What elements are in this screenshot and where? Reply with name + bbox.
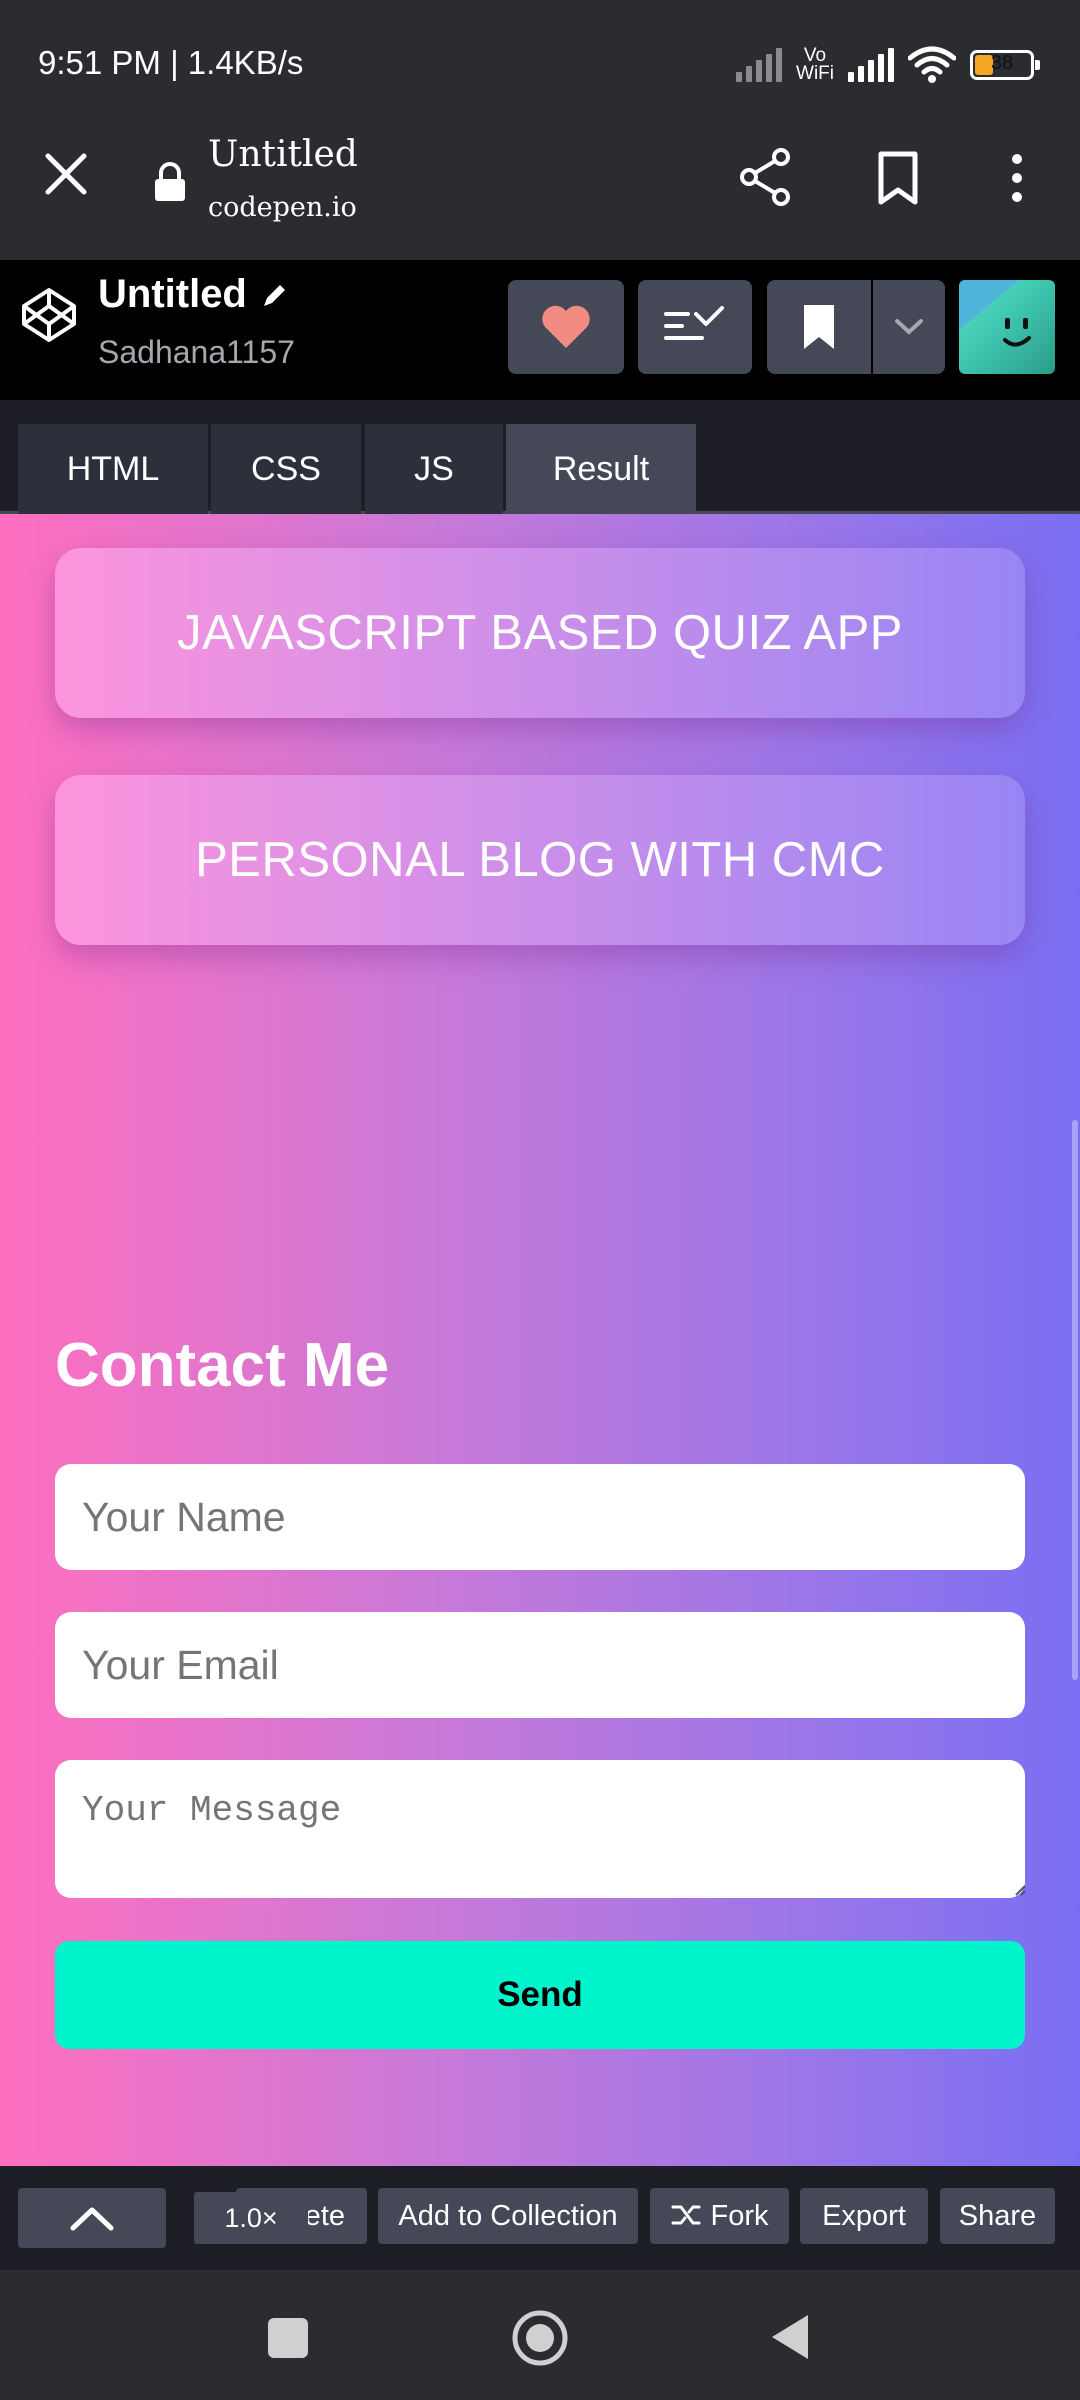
more-options-icon[interactable] xyxy=(1002,152,1032,204)
tab-css[interactable]: CSS xyxy=(211,424,361,514)
heart-icon xyxy=(542,305,590,348)
wifi-icon xyxy=(908,46,956,83)
close-icon[interactable] xyxy=(40,148,92,200)
browser-page-title: Untitled xyxy=(208,134,358,175)
like-button[interactable] xyxy=(508,280,624,374)
layout-button[interactable] xyxy=(638,280,752,374)
project-card[interactable]: JAVASCRIPT BASED QUIZ APP xyxy=(55,548,1025,718)
bookmark-filled-icon xyxy=(804,305,834,349)
fork-icon xyxy=(671,2205,700,2225)
save-bookmark-button[interactable] xyxy=(767,280,871,374)
recents-square-icon[interactable] xyxy=(267,2317,309,2359)
pen-title[interactable]: Untitled xyxy=(98,272,247,317)
project-card[interactable]: PERSONAL BLOG WITH CMC xyxy=(55,775,1025,945)
email-input[interactable]: Your Email xyxy=(55,1612,1025,1718)
preview-scrollbar[interactable] xyxy=(1072,1120,1078,1680)
contact-title: Contact Me xyxy=(55,1331,390,1400)
send-button[interactable]: Send xyxy=(55,1941,1025,2049)
share-button[interactable]: Share xyxy=(940,2188,1055,2244)
fork-label: Fork xyxy=(710,2199,769,2232)
status-bar: 9:51 PM | 1.4KB/s Vo WiFi 38 xyxy=(0,0,1080,130)
browser-url[interactable]: codepen.io xyxy=(208,192,357,223)
lock-icon xyxy=(155,162,185,201)
battery-icon: 38 xyxy=(970,50,1040,80)
avatar[interactable] xyxy=(959,280,1055,374)
signal-icon xyxy=(848,48,894,82)
resize-handle-icon[interactable] xyxy=(1014,1884,1026,1896)
export-button[interactable]: Export xyxy=(800,2188,928,2244)
share-icon[interactable] xyxy=(736,146,794,208)
save-dropdown-button[interactable] xyxy=(873,280,945,374)
pen-author[interactable]: Sadhana1157 xyxy=(98,334,295,371)
back-triangle-icon[interactable] xyxy=(768,2312,812,2362)
signal-icon xyxy=(736,48,783,82)
tab-html[interactable]: HTML xyxy=(18,424,208,514)
edit-pencil-icon[interactable] xyxy=(260,280,290,310)
message-textarea[interactable]: Your Message xyxy=(55,1760,1025,1898)
status-time: 9:51 PM | 1.4KB/s xyxy=(38,44,304,81)
avatar-face-icon xyxy=(1003,318,1031,347)
zoom-level[interactable]: 1.0× xyxy=(194,2192,308,2244)
codepen-logo-icon[interactable] xyxy=(20,286,78,344)
tab-js[interactable]: JS xyxy=(365,424,503,514)
bookmark-icon[interactable] xyxy=(874,150,922,206)
add-to-collection-button[interactable]: Add to Collection xyxy=(378,2188,638,2244)
layout-icon xyxy=(664,306,724,340)
status-icons: Vo WiFi 38 xyxy=(736,40,1040,90)
expand-up-button[interactable] xyxy=(18,2188,166,2248)
chevron-up-icon xyxy=(70,2207,114,2231)
chevron-down-icon xyxy=(895,319,923,335)
tab-result[interactable]: Result xyxy=(506,424,696,514)
fork-button[interactable]: Fork xyxy=(650,2188,789,2244)
system-nav-bar xyxy=(0,2270,1080,2400)
name-input[interactable]: Your Name xyxy=(55,1464,1025,1570)
vowifi-icon: Vo WiFi xyxy=(796,45,834,84)
home-circle-icon[interactable] xyxy=(510,2308,570,2368)
